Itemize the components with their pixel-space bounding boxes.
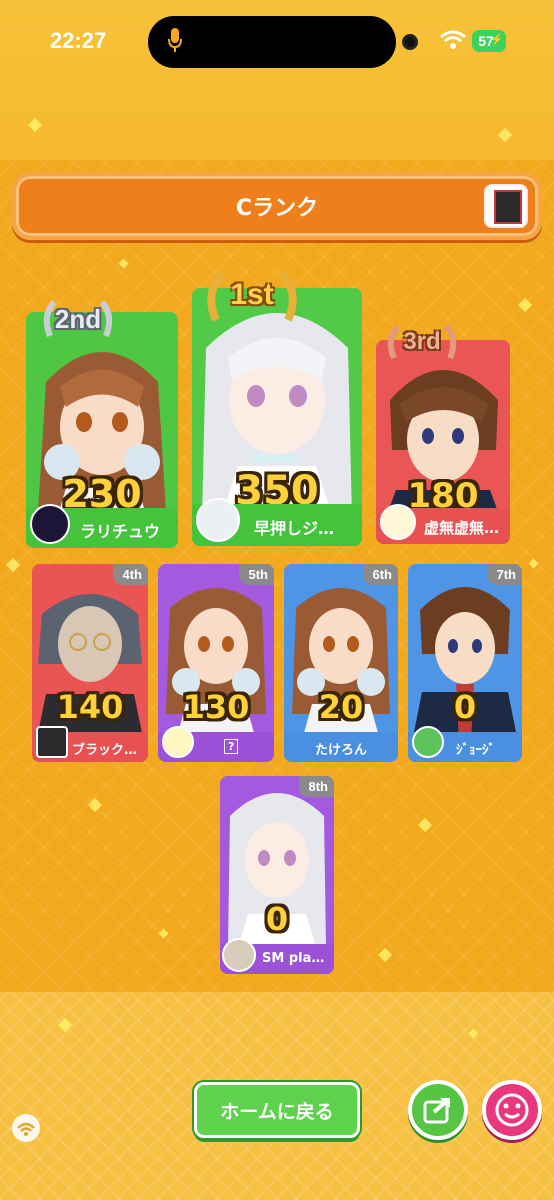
player-name: ｼﾞｮｰｼﾞ (456, 743, 495, 758)
rank-card-5th: 130 ? 5th (158, 564, 274, 762)
home-button[interactable]: ホームに戻る (194, 1082, 360, 1138)
player-avatar (36, 726, 68, 758)
player-name: 虚無虚無… (424, 519, 500, 537)
player-avatar (162, 726, 194, 758)
rank-tag: 6th (362, 564, 398, 585)
share-button[interactable] (408, 1080, 468, 1140)
share-icon (423, 1098, 450, 1124)
wifi-icon (440, 30, 466, 49)
rank-card-4th: 140 ブラック… 4th (32, 564, 148, 762)
place-label: 2nd (54, 304, 102, 334)
score: 140 (56, 688, 124, 726)
score: 20 (318, 688, 364, 726)
score: 0 (453, 688, 477, 726)
quiz-thumbnail[interactable] (484, 184, 528, 228)
player-name: 早押しジ… (254, 519, 335, 538)
player-name: ? (224, 739, 239, 754)
medal-1st: 1st (204, 266, 300, 328)
dynamic-island (148, 16, 396, 68)
connection-icon (12, 1114, 40, 1142)
rank-card-7th: 0 ｼﾞｮｰｼﾞ 7th (408, 564, 522, 762)
smile-icon (495, 1093, 529, 1127)
podium-card-3rd: 180 虚無虚無… (376, 340, 510, 544)
rank-tag: 8th (298, 776, 334, 797)
rank-card-8th: 0 SM pla… 8th (220, 776, 334, 974)
rank-title: Cランク (235, 196, 319, 221)
player-name: SM pla… (262, 951, 325, 966)
status-time: 22:27 (50, 28, 107, 53)
medal-2nd: 2nd (40, 294, 116, 344)
player-name: ラリチュウ (80, 522, 161, 541)
player-avatar (196, 498, 240, 542)
emote-button[interactable] (482, 1080, 542, 1140)
rank-tag: 5th (238, 564, 274, 585)
rank-header: Cランク (12, 172, 542, 240)
microphone-icon (168, 28, 182, 52)
rank-tag: 4th (112, 564, 148, 585)
place-label: 3rd (403, 328, 441, 355)
camera-indicator (402, 34, 418, 50)
score: 130 (182, 688, 250, 726)
rank-card-6th: 20 たけろん 6th (284, 564, 398, 762)
player-name-bar: たけろん (284, 732, 398, 762)
place-label: 1st (230, 278, 274, 311)
medal-3rd: 3rd (384, 318, 460, 366)
player-name: ブラック… (72, 743, 138, 758)
player-avatar (30, 504, 70, 544)
rank-tag: 7th (486, 564, 522, 585)
player-avatar (222, 938, 256, 972)
battery-indicator: 57 ⚡ (472, 30, 506, 52)
player-avatar (412, 726, 444, 758)
podium-card-2nd: 230 ラリチュウ (26, 312, 178, 548)
score: 0 (265, 900, 289, 938)
player-avatar (380, 504, 416, 540)
player-name: たけろん (314, 743, 367, 758)
charging-bolt-icon: ⚡ (490, 34, 504, 46)
